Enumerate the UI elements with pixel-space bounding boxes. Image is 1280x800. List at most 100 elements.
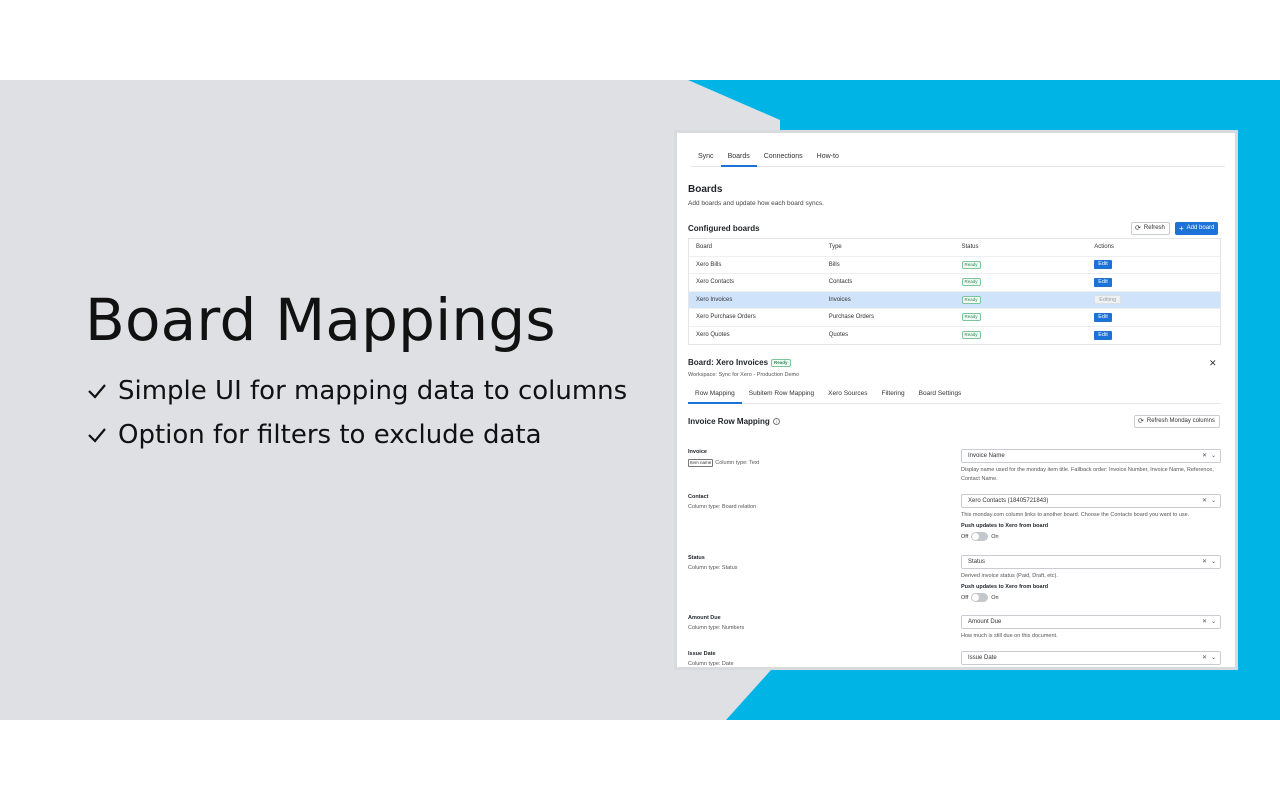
- clear-icon[interactable]: ✕: [1202, 495, 1207, 507]
- chevron-down-icon[interactable]: ⌄: [1211, 616, 1216, 628]
- clear-icon[interactable]: ✕: [1202, 556, 1207, 568]
- field-label: Invoice: [688, 449, 707, 455]
- push-toggle-group: Off On: [961, 593, 999, 602]
- field-label: Issue Date: [688, 651, 716, 657]
- workspace-label: Workspace: Sync for Xero - Production De…: [688, 372, 800, 378]
- field-label: Status: [688, 555, 705, 561]
- table-row[interactable]: Xero Bills Bills Ready Edit: [689, 257, 1220, 274]
- toggle-on-label: On: [991, 594, 999, 601]
- refresh-columns-label: Refresh Monday columns: [1146, 418, 1215, 424]
- tab-connections[interactable]: Connections: [757, 151, 810, 167]
- status-cell: Ready: [955, 260, 1088, 269]
- field-type: Item name Column type: Text: [688, 459, 759, 467]
- edit-button[interactable]: Edit: [1094, 277, 1112, 287]
- chevron-down-icon[interactable]: ⌄: [1211, 495, 1216, 507]
- tab-filtering[interactable]: Filtering: [875, 388, 912, 404]
- item-name-tag: Item name: [688, 459, 714, 467]
- status-cell: Ready: [955, 331, 1088, 340]
- select-value: Status: [968, 559, 986, 565]
- toggle-off-label: Off: [961, 594, 969, 601]
- info-icon[interactable]: i: [772, 418, 780, 425]
- chevron-down-icon[interactable]: ⌄: [1211, 556, 1216, 568]
- select-value: Issue Date: [968, 655, 997, 661]
- add-board-button[interactable]: + Add board: [1175, 222, 1219, 235]
- field-type-text: Column type: Numbers: [688, 625, 745, 631]
- actions-cell: Editing: [1087, 295, 1220, 305]
- clear-icon[interactable]: ✕: [1202, 450, 1207, 462]
- tab-board-settings[interactable]: Board Settings: [912, 388, 969, 404]
- close-icon[interactable]: ✕: [1209, 358, 1217, 369]
- page-subtitle: Add boards and update how each board syn…: [688, 200, 824, 207]
- status-badge: Ready: [961, 278, 981, 287]
- push-updates-label: Push updates to Xero from board: [961, 584, 1049, 590]
- board-detail-title: Board: Xero Invoices Ready: [688, 358, 791, 367]
- field-help: This monday.com column links to another …: [961, 512, 1190, 518]
- tab-sync[interactable]: Sync: [691, 151, 721, 167]
- board-name: Xero Quotes: [696, 332, 730, 339]
- status-cell: Ready: [955, 278, 1088, 287]
- column-header: Type: [828, 244, 842, 251]
- column-select[interactable]: Amount Due ✕ ⌄: [961, 615, 1221, 629]
- status-badge: Ready: [961, 331, 981, 340]
- column-header: Board: [696, 244, 713, 251]
- field-type-text: Column type: Text: [715, 460, 760, 466]
- tab-how-to[interactable]: How-to: [810, 151, 846, 167]
- board-name: Xero Bills: [696, 261, 722, 268]
- mapping-title-text: Invoice Row Mapping: [688, 417, 770, 426]
- select-value: Invoice Name: [968, 453, 1005, 459]
- edit-button[interactable]: Edit: [1094, 330, 1112, 340]
- push-toggle[interactable]: [971, 532, 989, 541]
- refresh-monday-columns-button[interactable]: ⟳ Refresh Monday columns: [1134, 415, 1220, 428]
- tab-row-mapping[interactable]: Row Mapping: [688, 388, 742, 404]
- table-row[interactable]: Xero Contacts Contacts Ready Edit: [689, 274, 1220, 292]
- chevron-down-icon[interactable]: ⌄: [1211, 450, 1216, 462]
- clear-icon[interactable]: ✕: [1202, 652, 1207, 664]
- refresh-icon: ⟳: [1138, 418, 1144, 425]
- select-value: Xero Contacts (18405721843): [968, 498, 1049, 504]
- push-updates-label: Push updates to Xero from board: [961, 523, 1049, 529]
- status-cell: Ready: [955, 313, 1088, 322]
- app-screenshot: Sync Boards Connections How-to Boards Ad…: [674, 130, 1238, 670]
- board-name: Xero Purchase Orders: [696, 314, 756, 321]
- check-icon: [88, 384, 106, 399]
- board-name: Xero Invoices: [696, 296, 733, 303]
- actions-cell: Edit: [1087, 260, 1220, 270]
- refresh-button[interactable]: ⟳ Refresh: [1131, 222, 1170, 235]
- boards-table: Board Type Status Actions Xero Bills Bil…: [688, 238, 1221, 345]
- field-type-text: Column type: Date: [688, 661, 734, 667]
- section-title: Configured boards: [688, 224, 760, 233]
- refresh-icon: ⟳: [1135, 225, 1141, 232]
- tab-boards[interactable]: Boards: [720, 151, 757, 167]
- edit-button[interactable]: Edit: [1094, 260, 1112, 270]
- column-select[interactable]: Invoice Name ✕ ⌄: [961, 449, 1221, 463]
- toggle-off-label: Off: [961, 533, 969, 540]
- hero-bullet-text: Option for filters to exclude data: [118, 420, 542, 450]
- table-row-selected[interactable]: Xero Invoices Invoices Ready Editing: [689, 291, 1220, 309]
- board-detail-title-text: Board: Xero Invoices: [688, 358, 769, 367]
- board-type: Purchase Orders: [828, 314, 875, 321]
- chevron-down-icon[interactable]: ⌄: [1211, 652, 1216, 664]
- column-select[interactable]: Status ✕ ⌄: [961, 555, 1221, 569]
- column-select[interactable]: Xero Contacts (18405721843) ✕ ⌄: [961, 494, 1221, 508]
- clear-icon[interactable]: ✕: [1202, 616, 1207, 628]
- refresh-button-label: Refresh: [1143, 225, 1165, 231]
- column-select[interactable]: Issue Date ✕ ⌄: [961, 651, 1221, 665]
- table-row[interactable]: Xero Quotes Quotes Ready Edit: [689, 327, 1220, 345]
- hero-title: Board Mappings: [85, 286, 556, 354]
- page-title: Boards: [688, 184, 723, 195]
- column-header: Status: [961, 244, 979, 251]
- editing-button: Editing: [1094, 295, 1122, 305]
- field-label: Amount Due: [688, 615, 721, 621]
- detail-tabs: Row Mapping Subitem Row Mapping Xero Sou…: [688, 388, 1221, 404]
- field-type-text: Column type: Status: [688, 565, 738, 571]
- status-badge: Ready: [961, 295, 981, 304]
- tab-xero-sources[interactable]: Xero Sources: [821, 388, 874, 404]
- board-type: Invoices: [828, 296, 851, 303]
- tab-subitem-row-mapping[interactable]: Subitem Row Mapping: [742, 388, 821, 404]
- edit-button[interactable]: Edit: [1094, 312, 1112, 322]
- actions-cell: Edit: [1087, 277, 1220, 287]
- push-toggle[interactable]: [971, 593, 989, 602]
- select-value: Amount Due: [968, 619, 1002, 625]
- status-badge: Ready: [771, 358, 791, 367]
- table-row[interactable]: Xero Purchase Orders Purchase Orders Rea…: [689, 309, 1220, 327]
